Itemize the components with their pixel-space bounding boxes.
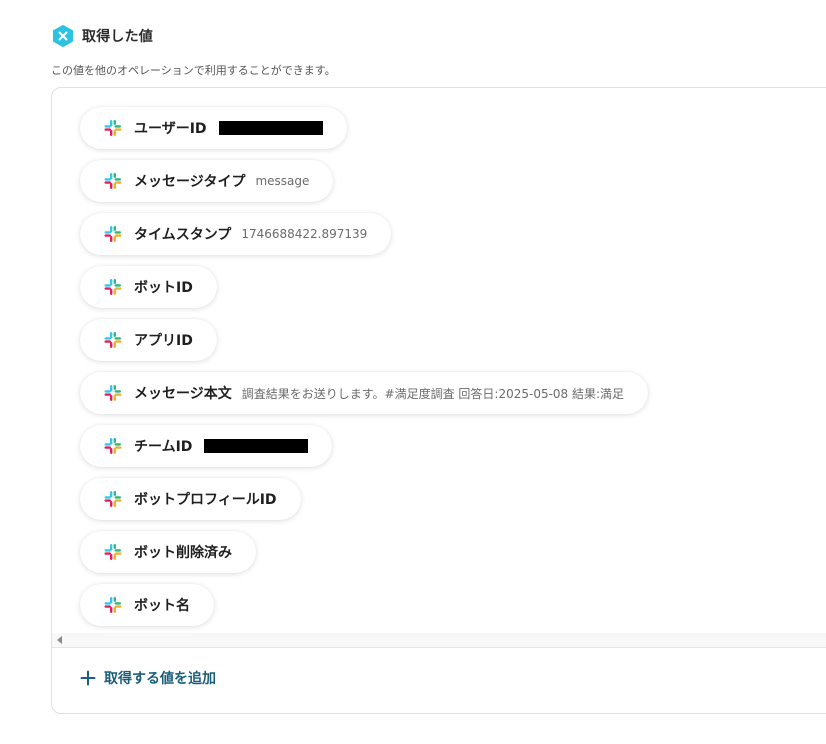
x-hexagon-icon [53,25,73,47]
value-chip[interactable]: ユーザーID [80,107,347,149]
scroll-left-arrow-icon[interactable] [57,636,62,644]
value-chip-value: 1746688422.897139 [241,227,368,241]
value-chip-label: ボットプロフィールID [134,492,277,508]
value-chip[interactable]: アプリID [80,319,217,361]
slack-icon [104,437,122,455]
values-panel: ユーザーID メッセージタイプ message タイムスタンプ 1746688422.8… [51,87,826,714]
slack-icon [104,543,122,561]
value-chip[interactable]: ボット名 [80,584,214,626]
value-chip-label: ボットID [134,280,193,296]
value-chip[interactable]: チームID [80,425,333,467]
value-chip-label: アプリID [134,333,193,349]
value-chip-label: ボット削除済み [134,545,232,561]
slack-icon [104,225,122,243]
value-chip-label: ボット名 [134,598,190,614]
section-description: この値を他のオペレーションで利用することができます。 [51,64,336,77]
section-header: 取得した値 [52,25,153,47]
value-chip-label: ユーザーID [134,121,207,137]
value-chip[interactable]: ボットプロフィールID [80,478,301,520]
value-chip[interactable]: メッセージ本文 調査結果をお送りします。#満足度調査 回答日:2025-05-08… [80,372,649,414]
value-chip-label: タイムスタンプ [134,227,232,243]
slack-icon [104,172,122,190]
value-chip[interactable]: タイムスタンプ 1746688422.897139 [80,213,392,255]
slack-icon [104,596,122,614]
section-title: 取得した値 [82,29,153,45]
redacted-value [218,121,323,135]
value-chip[interactable]: ボット削除済み [80,531,256,573]
divider [52,647,826,648]
value-chip-value: message [255,174,310,188]
value-chip-label: メッセージタイプ [134,174,246,190]
slack-icon [104,490,122,508]
slack-icon [104,384,122,402]
value-list: ユーザーID メッセージタイプ message タイムスタンプ 1746688422.8… [52,88,826,633]
value-chip-label: メッセージ本文 [134,386,232,402]
add-value-label: 取得する値を追加 [104,671,216,687]
redacted-value [204,439,309,453]
slack-icon [104,331,122,349]
value-chip-value: 調査結果をお送りします。#満足度調査 回答日:2025-05-08 結果:満足 [241,386,625,401]
slack-icon [104,278,122,296]
plus-icon [80,670,96,686]
value-chip[interactable]: メッセージタイプ message [80,160,334,202]
horizontal-scrollbar[interactable] [52,633,826,647]
slack-icon [104,119,122,137]
add-value-button[interactable]: 取得する値を追加 [80,668,216,688]
value-chip[interactable]: ボットID [80,266,217,308]
value-chip-label: チームID [134,439,193,455]
